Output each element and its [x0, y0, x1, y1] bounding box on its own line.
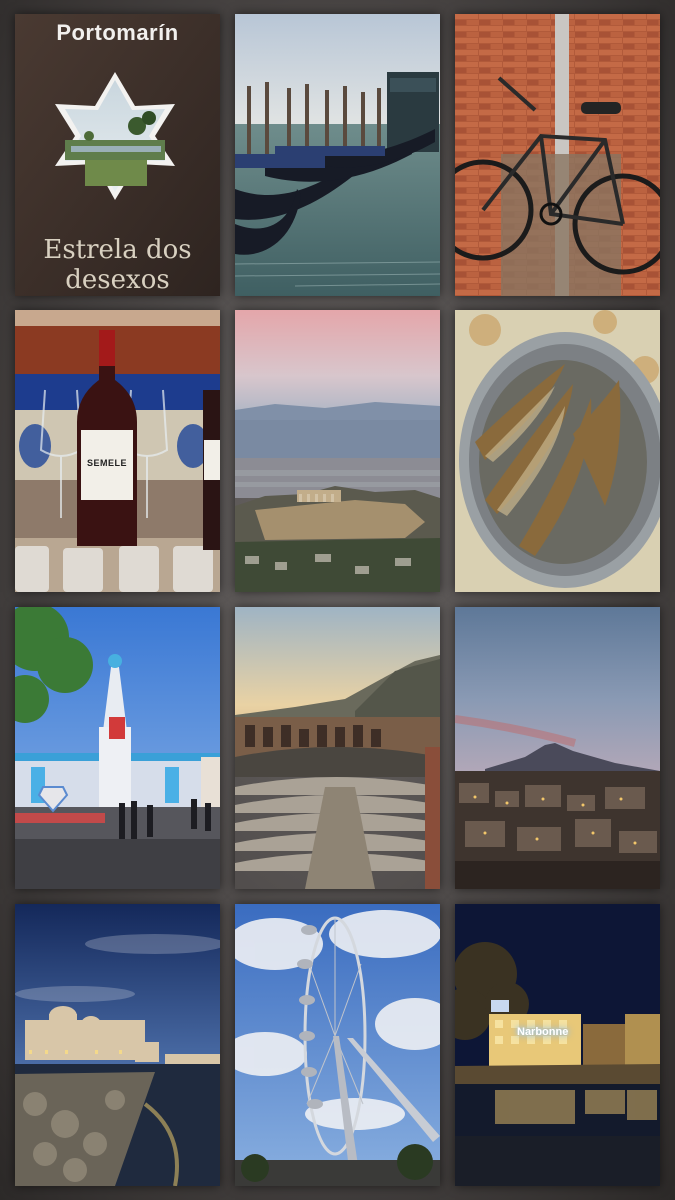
tile-venice-gondolas: [235, 14, 440, 296]
narbonne-neon-sign: Narbonne: [517, 1026, 569, 1038]
tile-wine-bottles: SEMELE: [15, 310, 220, 592]
tile-london-eye: [235, 904, 440, 1186]
sign-subtitle-line2: desexos: [65, 265, 170, 295]
tile-athens-acropolis-dusk: [235, 310, 440, 592]
venice-gondolas-image: [235, 14, 440, 296]
tile-bicycle-brick-wall: [455, 14, 660, 296]
athens-acropolis-image: [235, 310, 440, 592]
tile-grilled-sardines: [455, 310, 660, 592]
tile-greek-theatre-taormina: [235, 607, 440, 889]
tile-portomarin-sign: Portomarín Estrela dos desexos: [15, 14, 220, 296]
london-eye-image: [235, 904, 440, 1186]
grilled-sardines-image: [455, 310, 660, 592]
narbonne-canal-image: [455, 904, 660, 1186]
sign-subtitle-line1: Estrela dos: [43, 235, 192, 265]
superman-theme-park-image: [15, 607, 220, 889]
tile-narbonne-canal-night: Narbonne: [455, 904, 660, 1186]
sign-title: Portomarín: [56, 20, 179, 45]
tile-seafront-cathedral-night: [15, 904, 220, 1186]
wine-label: SEMELE: [86, 458, 127, 468]
tile-etna-town-dusk: [455, 607, 660, 889]
wine-bottles-image: [15, 310, 220, 592]
greek-theatre-image: [235, 607, 440, 889]
bicycle-brick-wall-image: [455, 14, 660, 296]
etna-town-image: [455, 607, 660, 889]
tile-superman-theme-park: [15, 607, 220, 889]
seafront-cathedral-image: [15, 904, 220, 1186]
